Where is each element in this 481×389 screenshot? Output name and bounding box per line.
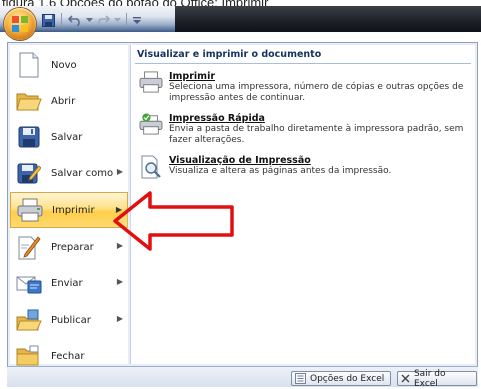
submenu-arrow-icon: ▶ (116, 314, 123, 323)
panel-header: Visualizar e imprimir o documento (135, 47, 471, 64)
chevron-down-icon (85, 17, 93, 22)
option-description: fazer alterações. (169, 135, 245, 145)
menu-item-label: Salvar como (51, 167, 114, 179)
option-imprimir[interactable]: Imprimir Seleciona uma impressora, númer… (137, 71, 467, 104)
menu-item-label: Salvar (51, 131, 83, 143)
option-title: Impressão Rápida (169, 113, 265, 124)
menu-item-novo[interactable]: Novo (10, 47, 128, 83)
publish-icon (15, 306, 43, 334)
print-preview-icon (137, 155, 165, 183)
office-menu-commands: Novo Abrir Salvar Salvar como ▶ Imprimir… (10, 45, 128, 366)
menu-item-label: Enviar (51, 277, 83, 289)
close-icon (401, 374, 410, 383)
customize-toolbar-icon (133, 17, 141, 24)
menu-item-preparar[interactable]: Preparar ▶ (10, 229, 128, 265)
qat-undo-dropdown[interactable] (85, 12, 93, 28)
submenu-arrow-icon: ▶ (116, 167, 123, 176)
menu-item-label: Imprimir (52, 204, 95, 216)
printer-icon (16, 196, 44, 224)
option-description: Seleciona uma impressora, número de cópi… (169, 82, 464, 92)
option-description: Visualiza e altera as páginas antes da i… (169, 166, 392, 176)
options-icon (295, 373, 306, 384)
qat-save-button[interactable] (40, 12, 56, 28)
option-title: Imprimir (169, 71, 216, 82)
quick-access-toolbar (40, 11, 142, 29)
office-menu-footer: Opções do Excel Sair do Excel (7, 366, 478, 389)
menu-item-salvar[interactable]: Salvar (10, 119, 128, 155)
office-button[interactable] (4, 8, 36, 40)
option-description: Envia a pasta de trabalho diretamente à … (169, 124, 464, 134)
option-impressao-rapida[interactable]: Impressão Rápida Envia a pasta de trabal… (137, 113, 467, 146)
office-menu: Novo Abrir Salvar Salvar como ▶ Imprimir… (7, 42, 478, 367)
menu-item-label: Preparar (51, 241, 94, 253)
open-folder-icon (15, 87, 43, 115)
qat-redo-button[interactable] (95, 12, 111, 28)
excel-options-button[interactable]: Opções do Excel (291, 371, 391, 386)
redo-icon (98, 15, 110, 26)
send-icon (15, 269, 43, 297)
menu-item-salvar-como[interactable]: Salvar como ▶ (10, 155, 128, 191)
printer-icon (137, 71, 165, 99)
annotation-arrow-icon (113, 191, 234, 251)
qat-redo-dropdown[interactable] (113, 12, 121, 28)
option-title: Visualização de Impressão (169, 155, 311, 166)
quick-print-icon (137, 113, 165, 141)
save-icon (41, 13, 55, 27)
menu-item-enviar[interactable]: Enviar ▶ (10, 265, 128, 301)
option-description: impressão antes de continuar. (169, 93, 306, 103)
menu-item-imprimir[interactable]: Imprimir ▶ (10, 192, 128, 228)
exit-excel-button[interactable]: Sair do Excel (397, 369, 477, 389)
excel-options-label: Opções do Excel (310, 373, 385, 384)
qat-separator (126, 13, 127, 27)
option-visualizacao-impressao[interactable]: Visualização de Impressão Visualiza e al… (137, 155, 467, 183)
qat-undo-button[interactable] (67, 12, 83, 28)
menu-item-publicar[interactable]: Publicar ▶ (10, 302, 128, 338)
menu-item-abrir[interactable]: Abrir (10, 83, 128, 119)
prepare-document-icon (15, 233, 43, 261)
save-as-icon (15, 159, 43, 187)
menu-item-label: Fechar (51, 350, 85, 362)
menu-item-label: Abrir (51, 95, 76, 107)
undo-icon (68, 15, 80, 26)
menu-item-label: Novo (51, 59, 77, 71)
menu-item-label: Publicar (51, 314, 91, 326)
submenu-arrow-icon: ▶ (116, 277, 123, 286)
office-logo-icon (12, 16, 28, 32)
save-icon (15, 123, 43, 151)
chevron-down-icon (113, 17, 121, 22)
qat-separator (61, 13, 62, 27)
new-document-icon (15, 51, 43, 79)
qat-customize-button[interactable] (132, 12, 142, 28)
